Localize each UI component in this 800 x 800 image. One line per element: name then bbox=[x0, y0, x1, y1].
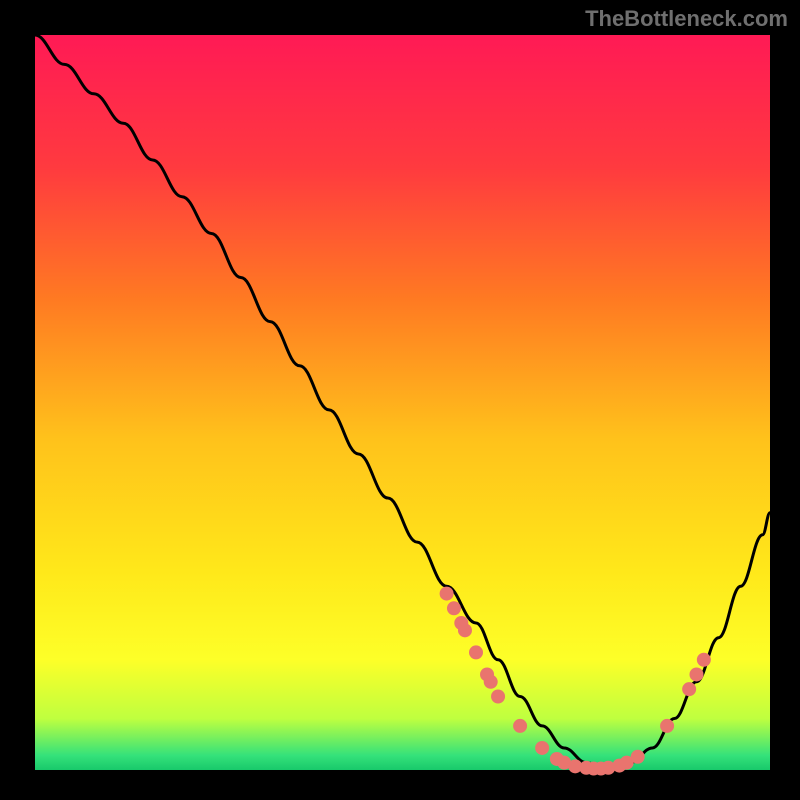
data-point bbox=[491, 690, 505, 704]
data-point bbox=[660, 719, 674, 733]
data-point bbox=[447, 601, 461, 615]
plot-background bbox=[35, 35, 770, 770]
chart-frame: TheBottleneck.com bbox=[0, 0, 800, 800]
data-point bbox=[440, 587, 454, 601]
data-point bbox=[513, 719, 527, 733]
bottleneck-chart bbox=[0, 0, 800, 800]
data-point bbox=[484, 675, 498, 689]
data-point bbox=[697, 653, 711, 667]
data-point bbox=[535, 741, 549, 755]
data-point bbox=[458, 623, 472, 637]
watermark-text: TheBottleneck.com bbox=[585, 6, 788, 32]
data-point bbox=[469, 645, 483, 659]
data-point bbox=[690, 667, 704, 681]
data-point bbox=[682, 682, 696, 696]
data-point bbox=[631, 750, 645, 764]
